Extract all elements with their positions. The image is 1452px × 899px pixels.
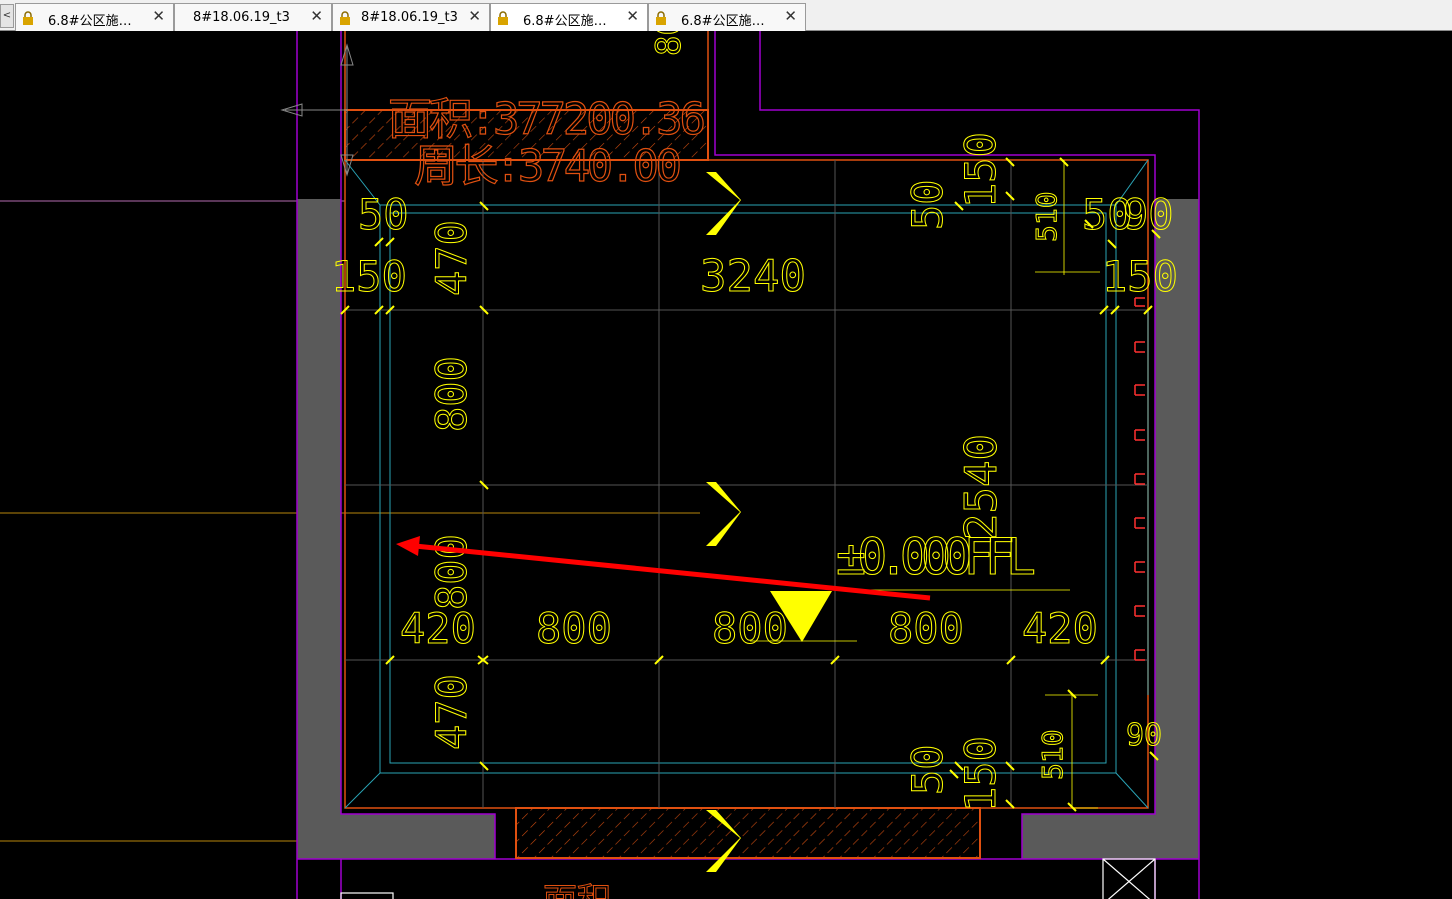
dimension-text: 150 <box>956 132 1005 208</box>
dimension-text: 800 <box>712 604 788 653</box>
partial-area-label: 面积 <box>543 881 611 899</box>
lock-icon <box>340 11 350 25</box>
close-icon[interactable]: ✕ <box>626 7 639 25</box>
close-icon[interactable]: ✕ <box>152 7 165 25</box>
tab-document-3[interactable]: 8#18.06.19_t3 ✕ <box>332 3 490 31</box>
dimension-text: 90 <box>1123 190 1174 239</box>
dimension-text: 800 <box>427 356 476 432</box>
dimension-text: 2540 <box>956 434 1007 540</box>
document-tab-bar: < 6.8#公区施… ✕ 8#18.06.19_t3 ✕ 8#18.06.19_… <box>0 0 1452 31</box>
tab-document-5[interactable]: 6.8#公区施… ✕ <box>648 3 806 31</box>
tab-document-2[interactable]: 8#18.06.19_t3 ✕ <box>174 3 332 31</box>
cad-drawing-canvas[interactable]: 面积:377200.36 周长:3740.00 80 面积 50 150 324… <box>0 31 1452 899</box>
tab-document-4-active[interactable]: 6.8#公区施… ✕ <box>490 3 648 31</box>
area-label: 面积:377200.36 <box>388 94 706 145</box>
dimension-text: 150 <box>331 252 407 301</box>
dimension-text: 800 <box>888 604 964 653</box>
close-icon[interactable]: ✕ <box>468 7 481 25</box>
level-label: ±0.000FFL <box>836 528 1036 586</box>
dimension-text: 800 <box>536 604 612 653</box>
dimension-text: 470 <box>427 674 476 750</box>
dimension-text: 50 <box>903 179 952 230</box>
dimension-text: 3240 <box>700 251 806 302</box>
dimension-text: 50 <box>358 190 409 239</box>
partial-dimension-text: 80 <box>649 31 689 56</box>
close-icon[interactable]: ✕ <box>784 7 797 25</box>
tab-title: 8#18.06.19_t3 <box>361 10 458 25</box>
dimension-text: 90 <box>1126 718 1162 753</box>
tab-title: 6.8#公区施… <box>48 14 132 29</box>
dimension-text: 150 <box>1102 252 1178 301</box>
tab-title: 6.8#公区施… <box>523 14 607 29</box>
tab-document-1[interactable]: 6.8#公区施… ✕ <box>15 3 174 31</box>
close-icon[interactable]: ✕ <box>310 7 323 25</box>
hatched-slab-bottom <box>515 807 981 859</box>
dimension-text: 470 <box>427 220 476 296</box>
dimension-text: 510 <box>1036 729 1069 780</box>
dimension-text: 420 <box>1022 604 1098 653</box>
dimension-text: 150 <box>956 736 1005 812</box>
scroll-left-icon[interactable]: < <box>0 4 14 28</box>
perimeter-label: 周长:3740.00 <box>414 141 682 192</box>
lock-icon <box>23 11 33 25</box>
lock-icon <box>498 11 508 25</box>
dimension-text: 420 <box>400 604 476 653</box>
tab-title: 6.8#公区施… <box>681 14 765 29</box>
dimension-text: 50 <box>903 744 952 795</box>
dimension-text: 510 <box>1030 191 1063 242</box>
tab-title: 8#18.06.19_t3 <box>193 10 290 25</box>
lock-icon <box>656 11 666 25</box>
